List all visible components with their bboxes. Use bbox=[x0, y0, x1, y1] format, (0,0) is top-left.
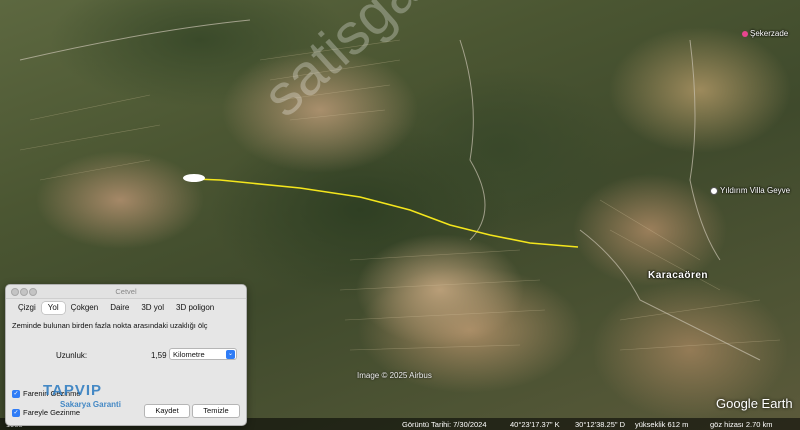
measure-path bbox=[194, 178, 579, 248]
start-marker bbox=[183, 174, 205, 182]
place-label-sekerzade: Şekerzade bbox=[742, 29, 788, 38]
pin-icon bbox=[742, 30, 748, 37]
google-earth-logo: Google Earth bbox=[716, 396, 793, 411]
tab-bar: Çizgi Yol Çokgen Daire 3D yol 3D poligon bbox=[12, 302, 240, 315]
latitude: 40°23'17.37" K bbox=[510, 419, 560, 429]
image-credit: Image © 2025 Airbus bbox=[357, 371, 432, 380]
tab-3d-poligon[interactable]: 3D poligon bbox=[170, 302, 220, 314]
dialog-description: Zeminde bulunan birden fazla nokta arası… bbox=[12, 321, 208, 330]
dialog-titlebar[interactable]: Cetvel bbox=[6, 285, 246, 299]
brand-logo-line2: Sakarya Garanti bbox=[60, 400, 121, 409]
elevation: yükseklik 612 m bbox=[635, 419, 689, 429]
place-label-karacaoren: Karacaören bbox=[648, 270, 709, 281]
tab-daire[interactable]: Daire bbox=[104, 302, 135, 314]
pin-icon bbox=[710, 186, 718, 195]
dialog-title: Cetvel bbox=[115, 287, 137, 296]
unit-select[interactable]: Kilometre ⌄ bbox=[169, 348, 237, 360]
eye-altitude: göz hizası 2.70 km bbox=[710, 419, 773, 429]
save-button[interactable]: Kaydet bbox=[144, 404, 190, 418]
tab-yol[interactable]: Yol bbox=[41, 302, 65, 314]
chevron-down-icon: ⌄ bbox=[226, 350, 235, 359]
longitude: 30°12'38.25" D bbox=[575, 419, 626, 429]
length-value: 1,59 bbox=[151, 351, 167, 360]
clear-button[interactable]: Temizle bbox=[192, 404, 240, 418]
place-label-yildirim-villa: Yıldırım Villa Geyve bbox=[710, 186, 790, 195]
tab-3d-yol[interactable]: 3D yol bbox=[135, 302, 170, 314]
brand-watermark-logo: TAPVIP Sakarya Garanti bbox=[18, 382, 130, 412]
imagery-date: Görüntü Tarihi: 7/30/2024 bbox=[402, 419, 487, 429]
length-label: Uzunluk: bbox=[56, 351, 88, 360]
tab-cokgen[interactable]: Çokgen bbox=[65, 302, 105, 314]
tab-cizgi[interactable]: Çizgi bbox=[12, 302, 42, 314]
brand-logo-line1: TAPVIP bbox=[43, 382, 103, 399]
unit-value: Kilometre bbox=[173, 350, 205, 359]
